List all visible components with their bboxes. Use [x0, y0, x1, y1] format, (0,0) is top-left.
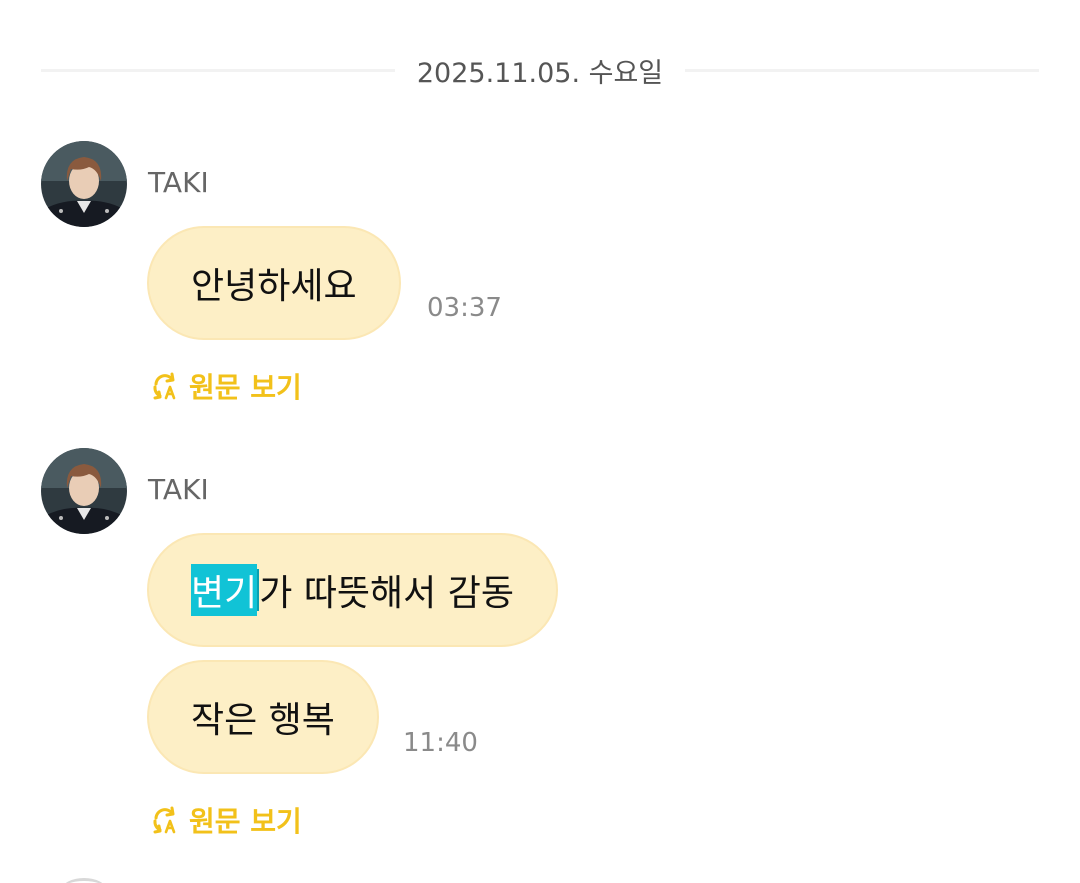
message-bubble[interactable]: 작은 행복 — [147, 660, 379, 774]
avatar[interactable] — [41, 141, 127, 227]
chat-screen: 2025.11.05. 수요일 TAKI 안녕하세요 03:37 원문 보기 T… — [0, 0, 1080, 883]
profile-photo-icon — [41, 141, 127, 227]
message-bubble[interactable]: 변기 가 따뜻해서 감동 — [147, 533, 558, 647]
view-original-label: 원문 보기 — [189, 371, 302, 404]
divider-line-left — [41, 68, 395, 72]
translate-refresh-icon — [153, 806, 176, 834]
sender-name: TAKI — [148, 473, 209, 506]
divider-line-right — [685, 68, 1039, 72]
view-original-link[interactable]: 원문 보기 — [150, 366, 302, 406]
message-time: 03:37 — [427, 293, 502, 323]
profile-photo-icon — [41, 448, 127, 534]
translate-refresh-icon — [153, 372, 176, 400]
message-text: 가 따뜻해서 감동 — [259, 573, 514, 614]
selected-text[interactable]: 변기 — [191, 564, 258, 616]
message-text: 작은 행복 — [191, 700, 335, 741]
date-divider: 2025.11.05. 수요일 — [41, 50, 1039, 90]
date-label: 2025.11.05. 수요일 — [416, 57, 664, 89]
message-text: 안녕하세요 — [191, 266, 357, 307]
view-original-label: 원문 보기 — [189, 805, 302, 838]
view-original-link[interactable]: 원문 보기 — [150, 800, 302, 840]
message-time: 11:40 — [403, 728, 478, 758]
avatar[interactable] — [41, 448, 127, 534]
message-bubble[interactable]: 안녕하세요 — [147, 226, 401, 340]
sender-name: TAKI — [148, 166, 209, 199]
next-avatar-peek — [62, 878, 106, 883]
